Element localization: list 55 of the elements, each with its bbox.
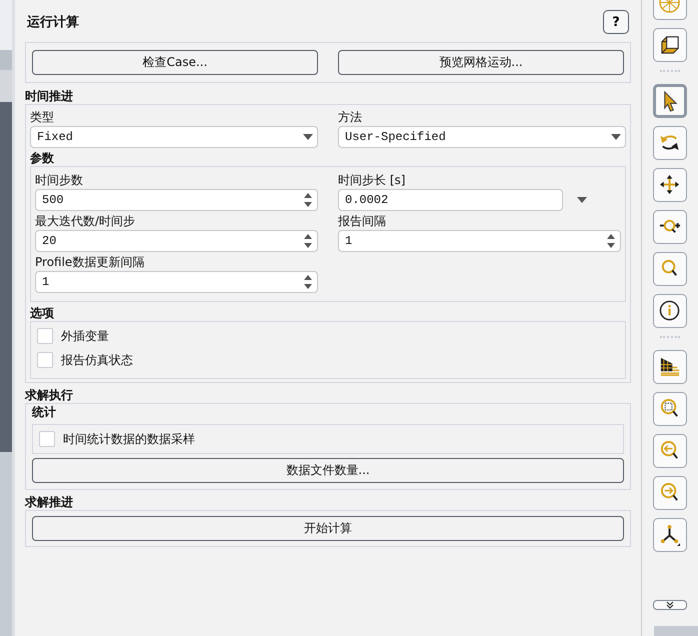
checkbox[interactable] bbox=[39, 431, 55, 447]
tool-button[interactable] bbox=[653, 518, 687, 552]
checkbox-label: 报告仿真状态 bbox=[61, 352, 133, 368]
text-field[interactable]: 0.0002 bbox=[338, 189, 563, 211]
scroll-bar bbox=[654, 626, 698, 636]
number-field[interactable]: 1 bbox=[338, 230, 621, 252]
tool-button[interactable] bbox=[653, 168, 687, 202]
caret-icon bbox=[611, 134, 621, 140]
spinner-arrows-icon bbox=[303, 233, 313, 249]
cube-icon bbox=[659, 34, 681, 56]
field-label: 时间步数 bbox=[35, 172, 84, 189]
caret-icon bbox=[577, 197, 587, 203]
field-label: 时间步长 [s] bbox=[338, 172, 406, 189]
section-heading: 求解执行 bbox=[25, 387, 74, 403]
number-field[interactable]: 1 bbox=[35, 271, 318, 293]
checkbox-label: 外插变量 bbox=[61, 328, 109, 344]
panel-title: 运行计算 bbox=[27, 14, 79, 31]
double-chevron-icon bbox=[666, 601, 674, 609]
tool-button[interactable] bbox=[653, 210, 687, 244]
tool-button[interactable] bbox=[653, 350, 687, 384]
tool-button[interactable] bbox=[653, 126, 687, 160]
action-button[interactable]: 开始计算 bbox=[32, 516, 624, 541]
field-label: Profile数据更新间隔 bbox=[35, 254, 146, 271]
field-label: 最大迭代数/时间步 bbox=[35, 213, 136, 230]
info-icon bbox=[659, 300, 681, 322]
section-heading: 选项 bbox=[30, 305, 55, 321]
caret-icon bbox=[303, 134, 313, 140]
field-label: 报告间隔 bbox=[338, 213, 387, 230]
expand-button[interactable] bbox=[653, 600, 687, 610]
help-button[interactable]: ? bbox=[603, 10, 629, 34]
section-heading: 求解推进 bbox=[25, 494, 74, 510]
action-button[interactable]: 检查Case... bbox=[32, 50, 318, 75]
move-arrows-icon bbox=[659, 174, 681, 196]
spinner-arrows-icon bbox=[606, 233, 616, 249]
field-label: 类型 bbox=[30, 109, 55, 126]
checkbox[interactable] bbox=[37, 352, 53, 368]
section-heading: 统计 bbox=[32, 404, 57, 420]
tool-button[interactable] bbox=[653, 28, 687, 62]
mesh-icon bbox=[659, 356, 681, 378]
tool-button[interactable] bbox=[653, 84, 687, 118]
field-label: 方法 bbox=[338, 109, 363, 126]
checkbox-label: 时间统计数据的数据采样 bbox=[63, 430, 195, 448]
tool-button[interactable] bbox=[653, 294, 687, 328]
section-heading: 参数 bbox=[30, 150, 55, 166]
axes-icon bbox=[659, 524, 681, 546]
action-button[interactable]: 数据文件数量... bbox=[32, 458, 624, 483]
number-field[interactable]: 500 bbox=[35, 189, 318, 211]
checkbox[interactable] bbox=[37, 328, 53, 344]
spinner-arrows-icon bbox=[303, 274, 313, 290]
action-button[interactable]: 预览网格运动... bbox=[338, 50, 624, 75]
spinner-arrows-icon bbox=[303, 192, 313, 208]
dropdown[interactable]: User-Specified bbox=[338, 126, 626, 148]
number-field[interactable]: 20 bbox=[35, 230, 318, 252]
dropdown[interactable]: Fixed bbox=[30, 126, 318, 148]
section-heading: 时间推进 bbox=[25, 88, 74, 104]
